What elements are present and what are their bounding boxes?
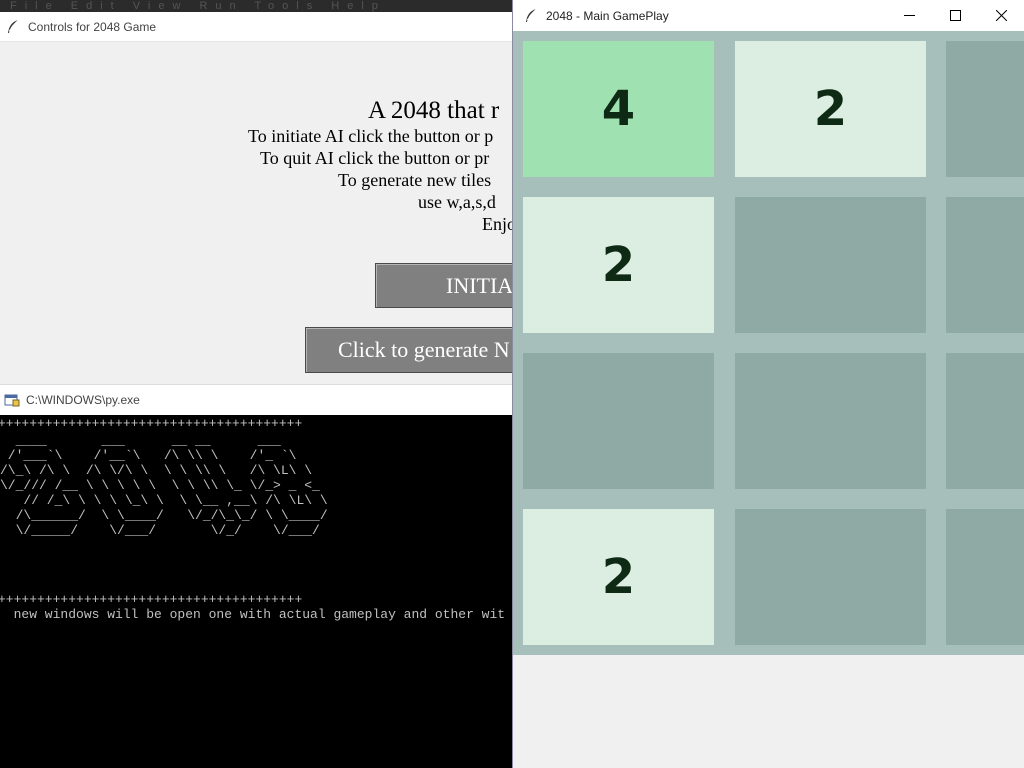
python-console-icon [4,393,20,407]
ascii-line: \/_/// /__ \ \ \ \ \ \ \ \\ \_ \/_> _ <_ [0,478,320,493]
game-window: 2048 - Main GamePlay 4222 [512,0,1024,768]
controls-window: Controls for 2048 Game A 2048 that r To … [0,12,512,384]
console-window: C:\WINDOWS\py.exe ++++++++++++++++++++++… [0,384,512,768]
tile-2: 2 [523,197,714,333]
background-menu-text: File Edit View Run Tools Help [10,0,386,12]
empty-tile [523,353,714,489]
console-window-title: C:\WINDOWS\py.exe [26,393,140,407]
tk-feather-icon [524,8,538,24]
close-button[interactable] [978,0,1024,31]
tk-feather-icon [6,19,20,35]
close-icon [995,10,1007,21]
ascii-line: // /_\ \ \ \ \_\ \ \ \__ ,__\ /\ \L\ \ [0,493,328,508]
console-rule-bottom: +++++++++++++++++++++++++++++++++++++++ [0,592,303,607]
controls-titlebar[interactable]: Controls for 2048 Game [0,12,512,42]
ascii-line: \/_____/ \/___/ \/_/ \/___/ [0,523,320,538]
controls-heading: A 2048 that r [368,97,500,124]
empty-tile [946,41,1024,177]
ascii-line: ____ ___ __ __ ___ [0,433,281,448]
tile-2: 2 [735,41,926,177]
console-output: +++++++++++++++++++++++++++++++++++++++ … [0,415,512,768]
instruction-line-new-tiles: To generate new tiles [338,170,492,190]
empty-tile [735,197,926,333]
initiate-ai-button[interactable]: INITIA [375,263,512,308]
ascii-line: /\_\ /\ \ /\ \/\ \ \ \ \\ \ /\ \L\ \ [0,463,313,478]
minimize-button[interactable] [886,0,932,31]
ascii-line: /'___`\ /'__`\ /\ \\ \ /'_ `\ [0,448,297,463]
instruction-line-ai-quit: To quit AI click the button or pr [260,148,490,168]
ascii-art-2048: ____ ___ __ __ ___ /'___`\ /'__`\ /\ \\ … [0,433,328,538]
console-rule-top: +++++++++++++++++++++++++++++++++++++++ [0,416,303,431]
empty-tile [946,197,1024,333]
game-window-title: 2048 - Main GamePlay [546,8,669,23]
empty-tile [735,509,926,645]
instruction-line-enjoy: Enjo [482,214,512,234]
game-board: 4222 [513,31,1024,655]
console-titlebar[interactable]: C:\WINDOWS\py.exe [0,384,512,415]
controls-content: A 2048 that r To initiate AI click the b… [0,42,512,384]
minimize-icon [903,15,915,16]
empty-tile [946,509,1024,645]
maximize-icon [949,10,961,21]
maximize-button[interactable] [932,0,978,31]
console-message: new windows will be open one with actual… [0,607,506,622]
empty-tile [946,353,1024,489]
tile-4: 4 [523,41,714,177]
tile-2: 2 [523,509,714,645]
game-titlebar[interactable]: 2048 - Main GamePlay [513,0,1024,31]
controls-window-title: Controls for 2048 Game [28,19,157,34]
instruction-line-keys: use w,a,s,d [418,192,496,212]
generate-tile-button[interactable]: Click to generate N [305,327,512,373]
ascii-line: /\______/ \ \____/ \/_/\_\_/ \ \____/ [0,508,328,523]
empty-tile [735,353,926,489]
instruction-line-ai-start: To initiate AI click the button or p [248,126,494,146]
